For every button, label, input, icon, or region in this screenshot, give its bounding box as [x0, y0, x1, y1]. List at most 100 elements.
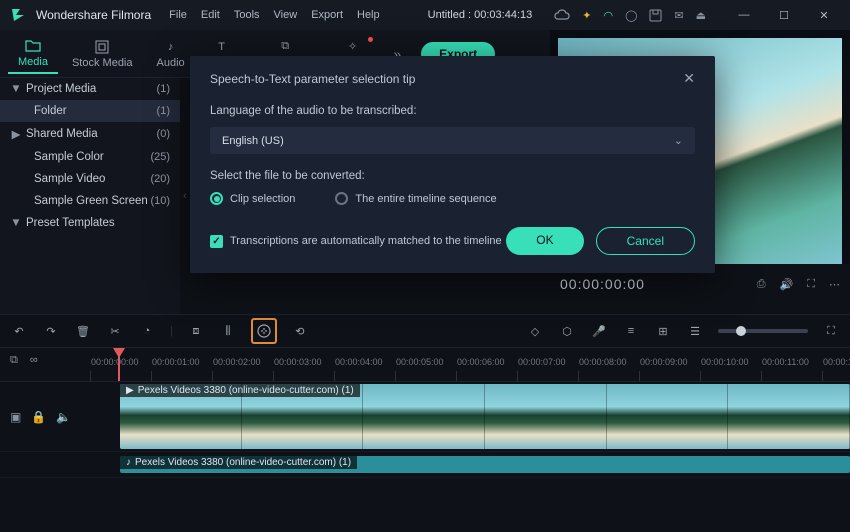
menu-edit[interactable]: Edit	[201, 9, 220, 21]
menu-bar: File Edit Tools View Export Help	[169, 9, 379, 21]
lightbulb-icon[interactable]: ✦	[582, 9, 591, 22]
zoom-slider[interactable]	[718, 329, 808, 333]
radio-clip-selection[interactable]: Clip selection	[210, 192, 295, 205]
chevron-left-icon: ‹	[183, 190, 187, 202]
timeline-ruler[interactable]: ⧉ ∞ 00:00:00:0000:00:01:0000:00:02:0000:…	[0, 348, 850, 382]
undo-icon[interactable]: ↶	[10, 322, 28, 340]
sidebar-label: Project Media	[22, 83, 157, 95]
play-icon: ▶	[126, 385, 134, 396]
radio-icon	[335, 192, 348, 205]
menu-help[interactable]: Help	[357, 9, 380, 21]
headphones-icon[interactable]: ◠	[603, 9, 613, 22]
panel-resizer[interactable]: ‹	[180, 78, 190, 314]
settings-icon[interactable]: ⋯	[829, 278, 840, 291]
account-icon[interactable]: ◯	[625, 9, 637, 22]
radio-entire-timeline[interactable]: The entire timeline sequence	[335, 192, 496, 205]
caret-down-icon: ▼	[10, 217, 22, 229]
auto-match-checkbox[interactable]: ✓ Transcriptions are automatically match…	[210, 235, 502, 248]
music-icon: ♪	[126, 457, 131, 468]
visibility-icon[interactable]: ▣	[10, 410, 21, 424]
speech-to-text-icon[interactable]	[251, 318, 277, 344]
sidebar-item-project-media[interactable]: ▼ Project Media (1)	[0, 78, 180, 100]
redo-icon[interactable]: ↷	[42, 322, 60, 340]
delete-icon[interactable]: 🗑	[74, 322, 92, 340]
window-controls: — ☐ ✕	[726, 3, 842, 27]
menu-view[interactable]: View	[274, 9, 298, 21]
zoom-fit-icon[interactable]: ⛶	[822, 322, 840, 340]
chevron-down-icon: ⌄	[674, 134, 683, 147]
video-clip[interactable]: ▶ Pexels Videos 3380 (online-video-cutte…	[120, 384, 850, 449]
sidebar-item-folder[interactable]: Folder (1)	[0, 100, 180, 122]
save-icon[interactable]	[649, 9, 662, 22]
music-icon: ♪	[163, 39, 179, 55]
ruler-tick: 00:00:03:00	[273, 371, 334, 381]
mixer-icon[interactable]: ≡	[622, 322, 640, 340]
cancel-button[interactable]: Cancel	[596, 227, 695, 255]
marker-icon[interactable]: ◇	[526, 322, 544, 340]
zoom-knob[interactable]	[736, 326, 746, 336]
sidebar-item-sample-green-screen[interactable]: Sample Green Screen (10)	[0, 190, 180, 212]
caret-down-icon: ▼	[10, 83, 22, 95]
audio-mixer-icon[interactable]: ⫼	[219, 322, 237, 340]
tab-audio[interactable]: ♪ Audio	[147, 35, 195, 73]
tab-stock-media[interactable]: Stock Media	[62, 35, 143, 73]
playhead[interactable]	[118, 348, 120, 382]
track-body[interactable]: ♪ Pexels Videos 3380 (online-video-cutte…	[90, 452, 850, 477]
mic-icon[interactable]: ⏏	[696, 9, 706, 22]
sidebar-label: Shared Media	[22, 128, 157, 140]
ruler-tick: 00:00:11:00	[761, 371, 822, 381]
lock-icon[interactable]: 🔒	[31, 410, 46, 424]
link-icon[interactable]: ∞	[30, 354, 38, 367]
sidebar-item-sample-video[interactable]: Sample Video (20)	[0, 168, 180, 190]
sidebar-item-preset-templates[interactable]: ▼ Preset Templates	[0, 212, 180, 234]
sidebar-item-sample-color[interactable]: Sample Color (25)	[0, 146, 180, 168]
track-options-icon[interactable]: ☰	[686, 322, 704, 340]
menu-tools[interactable]: Tools	[234, 9, 260, 21]
minimize-button[interactable]: —	[726, 3, 762, 27]
volume-icon[interactable]: 🔊	[780, 278, 794, 291]
tab-label: Stock Media	[72, 57, 133, 69]
close-button[interactable]: ✕	[806, 3, 842, 27]
track-header[interactable]: ▣ 🔒 🔈	[0, 382, 90, 451]
sidebar-count: (10)	[150, 195, 170, 207]
tab-media[interactable]: Media	[8, 34, 58, 74]
fullscreen-icon[interactable]: ⛶	[807, 278, 815, 291]
track-header[interactable]	[0, 452, 90, 477]
snap-icon[interactable]: ⧉	[10, 354, 18, 367]
ok-button[interactable]: OK	[506, 227, 583, 255]
language-label: Language of the audio to be transcribed:	[210, 105, 695, 117]
ruler-tick: 00:00:01:00	[151, 371, 212, 381]
clip-thumbnail	[607, 384, 729, 449]
dialog-close-button[interactable]: ✕	[683, 70, 695, 87]
transition-icon: ⧉	[277, 39, 293, 55]
sidebar-item-shared-media[interactable]: ▶ Shared Media (0)	[0, 122, 180, 146]
maximize-button[interactable]: ☐	[766, 3, 802, 27]
cut-icon[interactable]: ✂	[106, 322, 124, 340]
crop-icon[interactable]: ⧈	[187, 322, 205, 340]
sidebar-count: (20)	[150, 173, 170, 185]
mute-icon[interactable]: 🔈	[56, 410, 71, 424]
titlebar-icons: ✦ ◠ ◯ ✉ ⏏	[554, 9, 706, 22]
sidebar-label: Sample Color	[30, 151, 150, 163]
clip-label: ▶ Pexels Videos 3380 (online-video-cutte…	[120, 384, 360, 397]
ruler-tick: 00:00:06:00	[456, 371, 517, 381]
radio-label: Clip selection	[230, 193, 295, 205]
speed-icon[interactable]: ◔	[138, 322, 156, 340]
ruler-tick: 00:00:07:00	[517, 371, 578, 381]
track-body[interactable]: ▶ Pexels Videos 3380 (online-video-cutte…	[90, 382, 850, 451]
message-icon[interactable]: ✉	[674, 9, 683, 22]
ruler-tick: 00:00:05:00	[395, 371, 456, 381]
voiceover-icon[interactable]: 🎤	[590, 322, 608, 340]
language-select[interactable]: English (US) ⌄	[210, 127, 695, 154]
shield-icon[interactable]: ⬡	[558, 322, 576, 340]
add-track-icon[interactable]: ⊞	[654, 322, 672, 340]
audio-clip[interactable]: ♪ Pexels Videos 3380 (online-video-cutte…	[120, 456, 850, 473]
ruler-tick: 00:00:00:00	[90, 371, 151, 381]
menu-file[interactable]: File	[169, 9, 187, 21]
camera-icon[interactable]: ⎙	[757, 278, 766, 291]
language-value: English (US)	[222, 135, 674, 147]
refresh-icon[interactable]: ⟲	[291, 322, 309, 340]
menu-export[interactable]: Export	[311, 9, 343, 21]
filmora-logo-icon	[8, 5, 28, 25]
cloud-icon[interactable]	[554, 9, 570, 21]
